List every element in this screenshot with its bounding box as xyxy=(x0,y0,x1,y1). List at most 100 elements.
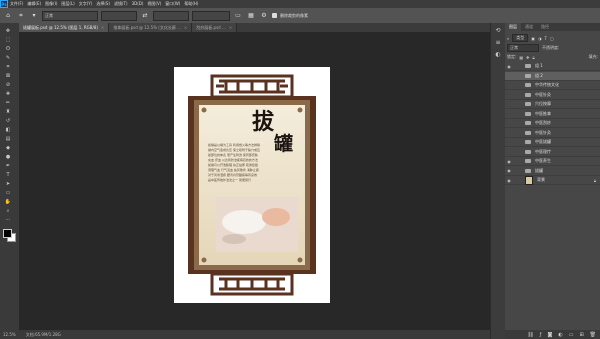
mask-icon[interactable]: ◙ xyxy=(547,332,552,338)
foreground-color-swatch[interactable] xyxy=(3,229,12,238)
new-layer-icon[interactable]: ⊞ xyxy=(579,332,583,338)
chevron-down-icon[interactable]: ▾ xyxy=(29,11,39,21)
blur-tool-icon[interactable]: ◆ xyxy=(3,144,13,151)
filter-shape-icon[interactable]: ▢ xyxy=(550,36,554,41)
layer-row[interactable]: 中医针灸 xyxy=(505,91,600,100)
panel-tab[interactable]: 通道 xyxy=(521,23,537,31)
adjustments-icon[interactable]: ◐ xyxy=(493,50,503,59)
swap-icon[interactable]: ⇄ xyxy=(140,11,150,21)
close-icon[interactable]: × xyxy=(184,25,187,30)
document-canvas[interactable]: 拔 罐 拔罐是以罐为工具 利用燃火等方法排除 罐内空气造成负压 使之吸附于腧穴或应… xyxy=(174,67,330,303)
blend-mode-select[interactable]: 正常 xyxy=(507,44,539,52)
new-group-icon[interactable]: ▭ xyxy=(569,332,574,338)
layer-name: 中医养生 xyxy=(535,158,551,163)
layer-row[interactable]: 穴位按摩 xyxy=(505,100,600,109)
layer-thumbnail xyxy=(525,175,533,185)
adjustment-layer-icon[interactable]: ◐ xyxy=(558,332,562,338)
gear-icon[interactable]: ⚙ xyxy=(259,11,269,21)
document-tab[interactable]: 拔罐展板.psd @ 12.5% (图层 1, RGB/8) × xyxy=(19,23,110,32)
menu-item[interactable]: 选择(S) xyxy=(94,1,112,7)
properties-icon[interactable]: ≡ xyxy=(493,38,503,47)
menu-item[interactable]: 滤镜(T) xyxy=(112,1,130,7)
marquee-tool-icon[interactable]: ⬚ xyxy=(3,36,13,43)
visibility-eye-icon[interactable]: ◉ xyxy=(505,178,513,183)
filter-kind-select[interactable]: 类型 xyxy=(512,34,529,42)
healing-brush-icon[interactable]: ✚ xyxy=(3,90,13,97)
fx-icon[interactable]: ƒ xyxy=(540,332,542,338)
menu-item[interactable]: 编辑(E) xyxy=(25,1,43,7)
menu-item[interactable]: 图层(L) xyxy=(59,1,76,7)
quick-select-icon[interactable]: ✎ xyxy=(3,54,13,61)
panel-tab[interactable]: 路径 xyxy=(537,23,553,31)
panel-tab[interactable]: 图层 xyxy=(505,23,521,31)
lasso-tool-icon[interactable]: ʘ xyxy=(3,45,13,52)
history-brush-icon[interactable]: ↺ xyxy=(3,117,13,124)
crop-tool-icon[interactable]: ⌗ xyxy=(16,11,26,21)
brush-tool-icon[interactable]: ✏ xyxy=(3,99,13,106)
grid-overlay-icon[interactable]: ▦ xyxy=(246,11,256,21)
document-tab[interactable]: 刮痧展板.psd ... × xyxy=(192,23,238,32)
visibility-eye-icon[interactable]: ◉ xyxy=(505,159,513,164)
straighten-icon[interactable]: ▭ xyxy=(233,11,243,21)
link-icon[interactable]: ⛓ xyxy=(527,332,533,338)
layer-row[interactable]: 组 2 xyxy=(505,71,600,81)
lock-all-icon[interactable]: 🔒︎ xyxy=(533,55,535,60)
visibility-eye-icon[interactable]: ◉ xyxy=(505,64,513,69)
corner-ornament xyxy=(297,107,303,113)
menu-item[interactable]: 帮助(H) xyxy=(182,1,200,7)
filter-type-icon[interactable]: T xyxy=(545,36,547,41)
menu-item[interactable]: 文字(Y) xyxy=(77,1,95,7)
zoom-tool-icon[interactable]: ⌕ xyxy=(3,207,13,214)
history-icon[interactable]: ⟲ xyxy=(493,26,503,35)
layer-row[interactable]: 中医刮痧 xyxy=(505,119,600,128)
resolution-input[interactable] xyxy=(192,10,230,21)
frame-tool-icon[interactable]: ⊠ xyxy=(3,72,13,79)
pen-tool-icon[interactable]: ✒ xyxy=(3,162,13,169)
width-input[interactable] xyxy=(101,10,137,21)
crop-tool-icon[interactable]: ⌗ xyxy=(3,63,13,70)
layer-row[interactable]: ◉ 拔罐 xyxy=(505,167,600,176)
lock-pixels-icon[interactable]: ▦ xyxy=(519,55,523,60)
menu-item[interactable]: 视图(V) xyxy=(145,1,163,7)
layer-row[interactable]: 中医推拿 xyxy=(505,110,600,119)
clone-stamp-icon[interactable]: ♜ xyxy=(3,108,13,115)
visibility-eye-icon[interactable]: ◉ xyxy=(505,168,513,173)
layer-name: 组 2 xyxy=(535,72,543,78)
height-input[interactable] xyxy=(153,10,189,21)
shape-tool-icon[interactable]: ▭ xyxy=(3,189,13,196)
layer-row[interactable]: ◉ 中医养生 xyxy=(505,157,600,166)
eyedropper-icon[interactable]: ⊘ xyxy=(3,81,13,88)
trash-icon[interactable]: 🗑︎ xyxy=(590,332,596,338)
close-icon[interactable]: × xyxy=(101,25,104,30)
lock-position-icon[interactable]: ✥ xyxy=(526,55,529,60)
layer-row[interactable]: ◉ 组 1 xyxy=(505,62,600,71)
hand-tool-icon[interactable]: ✋ xyxy=(3,198,13,205)
zoom-level[interactable]: 12.5% xyxy=(3,332,16,337)
style-select[interactable]: 正常 xyxy=(42,10,98,21)
home-icon[interactable]: ⌂ xyxy=(3,11,13,21)
close-icon[interactable]: × xyxy=(229,25,232,30)
layer-row[interactable]: 中医理疗 xyxy=(505,148,600,157)
menu-item[interactable]: 3D(D) xyxy=(130,1,146,7)
menu-item[interactable]: 窗口(W) xyxy=(163,1,182,7)
dodge-tool-icon[interactable]: ● xyxy=(3,153,13,160)
gradient-tool-icon[interactable]: ▤ xyxy=(3,135,13,142)
folder-icon xyxy=(525,130,531,135)
document-tab[interactable]: 推拿展板.psd @ 12.5% (文化长廊 ... × xyxy=(109,23,193,32)
path-select-icon[interactable]: ➤ xyxy=(3,180,13,187)
menu-item[interactable]: 图像(I) xyxy=(43,1,59,7)
layer-row[interactable]: ◉ 背景 🔒︎ xyxy=(505,175,600,185)
eraser-icon[interactable]: ◧ xyxy=(3,126,13,133)
layer-row[interactable]: 中医针灸 xyxy=(505,129,600,138)
delete-cropped-label: 删除裁剪的像素 xyxy=(280,12,308,18)
menu-item[interactable]: 文件(F) xyxy=(8,1,25,7)
more-tools-icon[interactable]: ⋯ xyxy=(3,216,13,223)
photoshop-logo[interactable]: Ps xyxy=(0,0,8,8)
type-tool-icon[interactable]: T xyxy=(3,171,13,178)
filter-adjust-icon[interactable]: ◑ xyxy=(538,36,542,41)
filter-image-icon[interactable]: ▣ xyxy=(531,36,535,41)
layer-row[interactable]: 中医拔罐 xyxy=(505,138,600,147)
delete-cropped-checkbox[interactable] xyxy=(272,13,277,18)
layer-row[interactable]: 中华传统文化 xyxy=(505,81,600,90)
move-tool-icon[interactable]: ✥ xyxy=(3,27,13,34)
